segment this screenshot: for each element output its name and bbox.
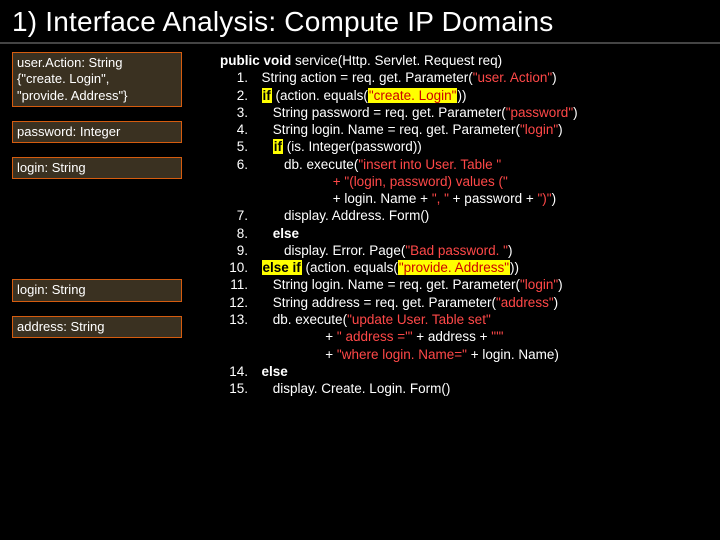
t: String login. Name = req. get. Parameter… [273, 277, 520, 292]
lineno: 8. [220, 225, 248, 242]
box-user-action: user.Action: String {"create. Login", "p… [12, 52, 182, 107]
t: display. Create. Login. Form() [273, 381, 451, 396]
str: " address ='" [337, 329, 413, 344]
lineno: 4. [220, 121, 248, 138]
lineno: 1. [220, 69, 248, 86]
box-login-1: login: String [12, 157, 182, 179]
t: ) [554, 295, 559, 310]
str: "login" [520, 277, 558, 292]
str: "address" [496, 295, 554, 310]
kw-public-void: public void [220, 53, 291, 68]
t: )) [510, 260, 519, 275]
lineno: 11. [220, 276, 248, 293]
lineno: 5. [220, 138, 248, 155]
t: + [325, 329, 337, 344]
str: "update User. Table set" [347, 312, 491, 327]
lineno: 10. [220, 259, 248, 276]
kw-else: else [273, 226, 299, 241]
left-column: user.Action: String {"create. Login", "p… [12, 52, 182, 397]
t: String login. Name = req. get. Parameter… [273, 122, 520, 137]
box-password: password: Integer [12, 121, 182, 143]
t: display. Error. Page( [284, 243, 405, 258]
code-block: public void service(Http. Servlet. Reque… [220, 52, 714, 397]
kw-if: if [273, 139, 283, 154]
t: + login. Name) [467, 347, 559, 362]
str: ")" [537, 191, 551, 206]
t: + login. Name + [333, 191, 432, 206]
lineno: 12. [220, 294, 248, 311]
t: )) [457, 88, 466, 103]
t: + [325, 347, 337, 362]
t: (action. equals( [272, 88, 368, 103]
kw-else: else [262, 364, 288, 379]
str: "user. Action" [473, 70, 552, 85]
t: + address + [412, 329, 491, 344]
str: "insert into User. Table " [358, 157, 501, 172]
t: String action = req. get. Parameter( [262, 70, 473, 85]
str: "password" [506, 105, 573, 120]
t: db. execute( [284, 157, 358, 172]
t: ) [558, 122, 563, 137]
t: + password + [449, 191, 538, 206]
lineno: 3. [220, 104, 248, 121]
t: ) [552, 70, 557, 85]
t: ) [508, 243, 513, 258]
str: "login" [520, 122, 558, 137]
box-line: "provide. Address"} [17, 88, 177, 104]
box-line: user.Action: String [17, 55, 177, 71]
box-address: address: String [12, 316, 182, 338]
kw-if: if [262, 88, 272, 103]
lineno: 9. [220, 242, 248, 259]
t: ) [558, 277, 563, 292]
lineno: 15. [220, 380, 248, 397]
lineno: 6. [220, 156, 248, 173]
lineno: 14. [220, 363, 248, 380]
str: ", " [432, 191, 449, 206]
t: String password = req. get. Parameter( [273, 105, 506, 120]
slide-title: 1) Interface Analysis: Compute IP Domain… [0, 0, 720, 44]
kw-elseif: else if [262, 260, 302, 275]
box-line: {"create. Login", [17, 71, 177, 87]
t: (action. equals( [302, 260, 398, 275]
lineno: 7. [220, 207, 248, 224]
t: db. execute( [273, 312, 347, 327]
lineno: 2. [220, 87, 248, 104]
code-area: public void service(Http. Servlet. Reque… [182, 52, 714, 397]
lineno: 13. [220, 311, 248, 328]
sig-rest: service(Http. Servlet. Request req) [291, 53, 502, 68]
content-area: user.Action: String {"create. Login", "p… [0, 44, 720, 397]
t: (is. Integer(password)) [283, 139, 422, 154]
str: "where login. Name=" [337, 347, 467, 362]
t: ) [552, 191, 557, 206]
t: ) [573, 105, 578, 120]
str: "Bad password. " [405, 243, 508, 258]
str-hi: "create. Login" [368, 88, 458, 103]
str: + "(login, password) values (" [333, 174, 508, 189]
str-hi: "provide. Address" [398, 260, 510, 275]
str: "'" [491, 329, 503, 344]
box-login-2: login: String [12, 279, 182, 301]
t: display. Address. Form() [284, 208, 429, 223]
t: String address = req. get. Parameter( [273, 295, 496, 310]
